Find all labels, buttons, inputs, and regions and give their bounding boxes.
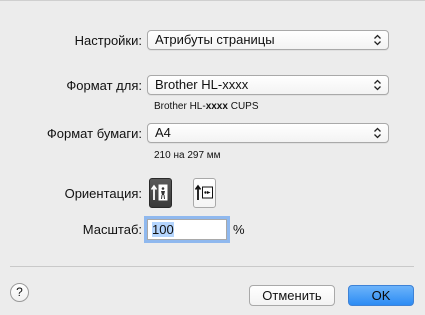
popup-arrows-icon	[374, 127, 381, 139]
orientation-label: Ориентация:	[64, 186, 142, 201]
popup-arrows-icon	[374, 79, 381, 91]
settings-popup-value: Атрибуты страницы	[155, 32, 275, 47]
paper-size-label: Формат бумаги:	[46, 126, 142, 141]
window-top-edge	[0, 0, 425, 1]
paper-dimensions: 210 на 297 мм	[154, 150, 221, 161]
orientation-landscape-button[interactable]	[193, 178, 216, 208]
orientation-portrait-button[interactable]	[149, 178, 172, 208]
landscape-orientation-icon	[194, 184, 213, 200]
separator	[10, 266, 414, 267]
settings-label: Настройки:	[74, 33, 142, 48]
portrait-orientation-icon	[150, 184, 168, 201]
format-for-popup-value: Brother HL-xxxx	[155, 77, 249, 92]
help-button[interactable]: ?	[10, 283, 29, 302]
settings-popup[interactable]: Атрибуты страницы	[147, 30, 389, 50]
scale-label: Масштаб:	[82, 222, 142, 237]
scale-input[interactable]: 100	[147, 219, 227, 240]
cancel-button[interactable]: Отменить	[249, 285, 335, 306]
scale-value: 100	[152, 222, 174, 237]
format-for-label: Формат для:	[66, 78, 142, 93]
scale-unit: %	[233, 222, 245, 237]
popup-arrows-icon	[374, 34, 381, 46]
printer-description: Brother HL-xxxx CUPS	[154, 101, 259, 112]
ok-button[interactable]: OK	[348, 285, 414, 306]
format-for-popup[interactable]: Brother HL-xxxx	[147, 75, 389, 95]
paper-size-popup-value: A4	[155, 125, 171, 140]
paper-size-popup[interactable]: A4	[147, 123, 389, 143]
